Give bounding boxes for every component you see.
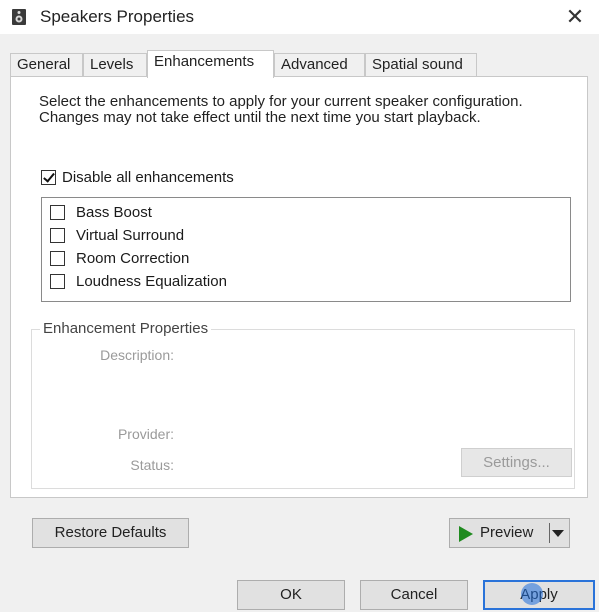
checkbox-icon[interactable] xyxy=(50,251,65,266)
window-title: Speakers Properties xyxy=(40,7,195,26)
checkbox-checked-icon[interactable] xyxy=(41,170,56,185)
enhancements-list: Bass Boost Virtual Surround Room Correct… xyxy=(41,197,571,302)
tab-advanced[interactable]: Advanced xyxy=(274,53,365,76)
restore-defaults-button[interactable]: Restore Defaults xyxy=(32,518,189,548)
checkbox-icon[interactable] xyxy=(50,228,65,243)
enhancement-properties-group: Enhancement Properties Description: Prov… xyxy=(31,320,575,489)
provider-label: Provider: xyxy=(117,426,174,442)
dialog-button-bar: OK Cancel Apply xyxy=(0,560,599,612)
close-button[interactable]: ✕ xyxy=(559,3,591,31)
split-divider xyxy=(549,523,550,543)
settings-button[interactable]: Settings... xyxy=(461,448,572,477)
checkbox-icon[interactable] xyxy=(50,205,65,220)
play-icon xyxy=(459,526,473,542)
title-bar: Speakers Properties ✕ xyxy=(0,0,599,34)
enhancements-description: Select the enhancements to apply for you… xyxy=(39,93,523,126)
enhancements-panel: Select the enhancements to apply for you… xyxy=(10,76,588,498)
checkbox-icon[interactable] xyxy=(50,274,65,289)
close-icon: ✕ xyxy=(565,4,585,29)
list-item-label: Room Correction xyxy=(76,250,190,267)
preview-button[interactable]: Preview xyxy=(449,518,570,548)
list-item-label: Loudness Equalization xyxy=(76,273,227,290)
speaker-icon xyxy=(12,9,26,25)
tab-enhancements[interactable]: Enhancements xyxy=(147,50,274,78)
list-item-label: Virtual Surround xyxy=(76,227,185,244)
ok-button[interactable]: OK xyxy=(237,580,345,610)
tab-levels[interactable]: Levels xyxy=(83,53,147,76)
status-label: Status: xyxy=(130,457,174,473)
apply-button[interactable]: Apply xyxy=(483,580,595,610)
dropdown-arrow-icon[interactable] xyxy=(552,530,564,537)
preview-label: Preview xyxy=(480,524,534,541)
tab-spatial-sound[interactable]: Spatial sound xyxy=(365,53,477,76)
group-title: Enhancement Properties xyxy=(40,320,212,337)
cancel-button[interactable]: Cancel xyxy=(360,580,468,610)
tab-general[interactable]: General xyxy=(10,53,83,76)
description-label: Description: xyxy=(100,347,174,363)
list-item-label: Bass Boost xyxy=(76,204,152,221)
disable-all-label: Disable all enhancements xyxy=(62,169,234,186)
